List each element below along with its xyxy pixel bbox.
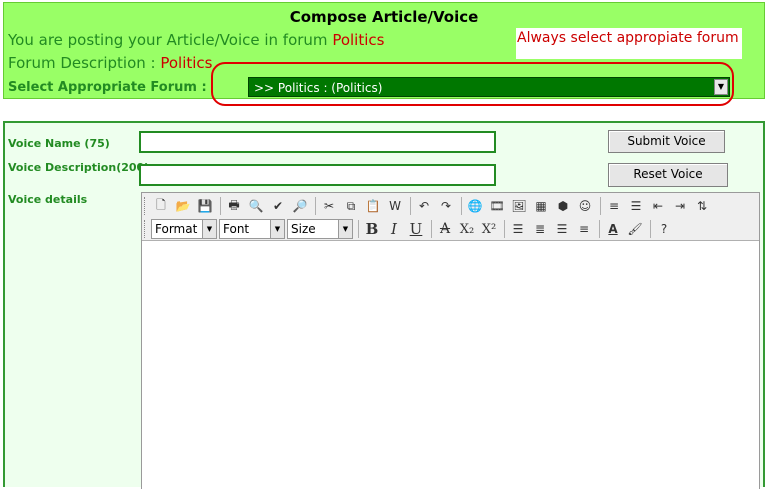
insert-link-icon[interactable]: 🌐 bbox=[465, 196, 485, 216]
undo-icon[interactable]: ↶ bbox=[414, 196, 434, 216]
font-combo-label: Font bbox=[223, 222, 250, 236]
help-icon[interactable]: ? bbox=[654, 219, 674, 239]
editor-toolbar: 🗋 📂 💾 🖶 🔍 ✔ 🔎 ✂ ⧉ 📋 W ↶ ↷ 🌐 🎞 🖼 ▦ ⬢ ☺ ≡ … bbox=[142, 193, 759, 241]
toolbar-separator bbox=[599, 220, 600, 238]
text-color-icon[interactable]: A bbox=[603, 219, 623, 239]
ordered-list-icon[interactable]: ≡ bbox=[604, 196, 624, 216]
size-combo-label: Size bbox=[291, 222, 316, 236]
highlight-color-icon[interactable]: 🖌 bbox=[625, 219, 645, 239]
voice-form: Voice Name (75) Voice Description(200) V… bbox=[3, 121, 765, 490]
cut-icon[interactable]: ✂ bbox=[319, 196, 339, 216]
paste-icon[interactable]: 📋 bbox=[363, 196, 383, 216]
forum-description: Forum Description : Politics bbox=[8, 54, 212, 72]
strikethrough-icon[interactable]: A bbox=[435, 219, 455, 239]
chevron-down-icon[interactable]: ▼ bbox=[202, 220, 216, 238]
toolbar-separator bbox=[431, 220, 432, 238]
submit-voice-button[interactable]: Submit Voice bbox=[608, 130, 725, 153]
underline-icon[interactable]: U bbox=[406, 219, 426, 239]
voice-description-label: Voice Description(200) bbox=[8, 161, 150, 174]
toolbar-separator bbox=[600, 197, 601, 215]
align-justify-icon[interactable]: ≡ bbox=[574, 219, 594, 239]
find-icon[interactable]: 🔎 bbox=[290, 196, 310, 216]
voice-details-label: Voice details bbox=[8, 193, 88, 206]
superscript-icon[interactable]: X² bbox=[479, 219, 499, 239]
chevron-down-icon[interactable]: ▼ bbox=[338, 220, 352, 238]
voice-description-input[interactable] bbox=[139, 164, 496, 186]
toolbar-separator bbox=[461, 197, 462, 215]
toolbar-separator bbox=[315, 197, 316, 215]
toolbar-separator bbox=[358, 220, 359, 238]
reset-voice-button[interactable]: Reset Voice bbox=[608, 163, 728, 187]
align-center-icon[interactable]: ≣ bbox=[530, 219, 550, 239]
forum-note: Always select appropiate forum bbox=[516, 28, 742, 59]
insert-table-icon[interactable]: ▦ bbox=[531, 196, 551, 216]
posting-forum: Politics bbox=[332, 31, 385, 49]
size-combo[interactable]: Size ▼ bbox=[287, 219, 353, 239]
format-combo-label: Format bbox=[155, 222, 198, 236]
italic-icon[interactable]: I bbox=[384, 219, 404, 239]
page-title: Compose Article/Voice bbox=[289, 8, 479, 26]
toolbar-separator bbox=[650, 220, 651, 238]
open-folder-icon[interactable]: 📂 bbox=[173, 196, 193, 216]
toolbar-grip bbox=[144, 220, 148, 238]
insert-media-icon[interactable]: 🎞 bbox=[487, 196, 507, 216]
font-combo[interactable]: Font ▼ bbox=[219, 219, 285, 239]
spellcheck-icon[interactable]: ✔ bbox=[268, 196, 288, 216]
print-icon[interactable]: 🖶 bbox=[224, 196, 244, 216]
new-document-icon[interactable]: 🗋 bbox=[151, 196, 171, 216]
copy-icon[interactable]: ⧉ bbox=[341, 196, 361, 216]
toolbar-row-2: Format ▼ Font ▼ Size ▼ B I U A X₂ X² ☰ ≣… bbox=[144, 218, 676, 240]
insert-object-icon[interactable]: ⬢ bbox=[553, 196, 573, 216]
redo-icon[interactable]: ↷ bbox=[436, 196, 456, 216]
toolbar-separator bbox=[504, 220, 505, 238]
indent-icon[interactable]: ⇥ bbox=[670, 196, 690, 216]
toolbar-separator bbox=[410, 197, 411, 215]
toolbar-separator bbox=[220, 197, 221, 215]
forum-highlight-oval bbox=[211, 62, 734, 106]
print-preview-icon[interactable]: 🔍 bbox=[246, 196, 266, 216]
posting-prefix: You are posting your Article/Voice in fo… bbox=[8, 31, 333, 49]
insert-image-icon[interactable]: 🖼 bbox=[509, 196, 529, 216]
sort-icon[interactable]: ⇅ bbox=[692, 196, 712, 216]
toolbar-grip bbox=[144, 197, 148, 215]
align-right-icon[interactable]: ☰ bbox=[552, 219, 572, 239]
forum-select-label: Select Appropriate Forum : bbox=[8, 80, 207, 95]
unordered-list-icon[interactable]: ☰ bbox=[626, 196, 646, 216]
forum-description-value: Politics bbox=[160, 54, 213, 72]
rich-text-editor[interactable]: 🗋 📂 💾 🖶 🔍 ✔ 🔎 ✂ ⧉ 📋 W ↶ ↷ 🌐 🎞 🖼 ▦ ⬢ ☺ ≡ … bbox=[141, 192, 760, 490]
voice-name-input[interactable] bbox=[139, 131, 496, 153]
paste-word-icon[interactable]: W bbox=[385, 196, 405, 216]
editor-content-area[interactable] bbox=[142, 241, 759, 490]
voice-name-label: Voice Name (75) bbox=[8, 137, 110, 150]
forum-description-prefix: Forum Description : bbox=[8, 54, 161, 72]
subscript-icon[interactable]: X₂ bbox=[457, 219, 477, 239]
smiley-icon[interactable]: ☺ bbox=[575, 196, 595, 216]
format-combo[interactable]: Format ▼ bbox=[151, 219, 217, 239]
chevron-down-icon[interactable]: ▼ bbox=[270, 220, 284, 238]
posting-info: You are posting your Article/Voice in fo… bbox=[8, 31, 384, 49]
outdent-icon[interactable]: ⇤ bbox=[648, 196, 668, 216]
toolbar-row-1: 🗋 📂 💾 🖶 🔍 ✔ 🔎 ✂ ⧉ 📋 W ↶ ↷ 🌐 🎞 🖼 ▦ ⬢ ☺ ≡ … bbox=[144, 195, 714, 217]
align-left-icon[interactable]: ☰ bbox=[508, 219, 528, 239]
bold-icon[interactable]: B bbox=[362, 219, 382, 239]
save-icon[interactable]: 💾 bbox=[195, 196, 215, 216]
